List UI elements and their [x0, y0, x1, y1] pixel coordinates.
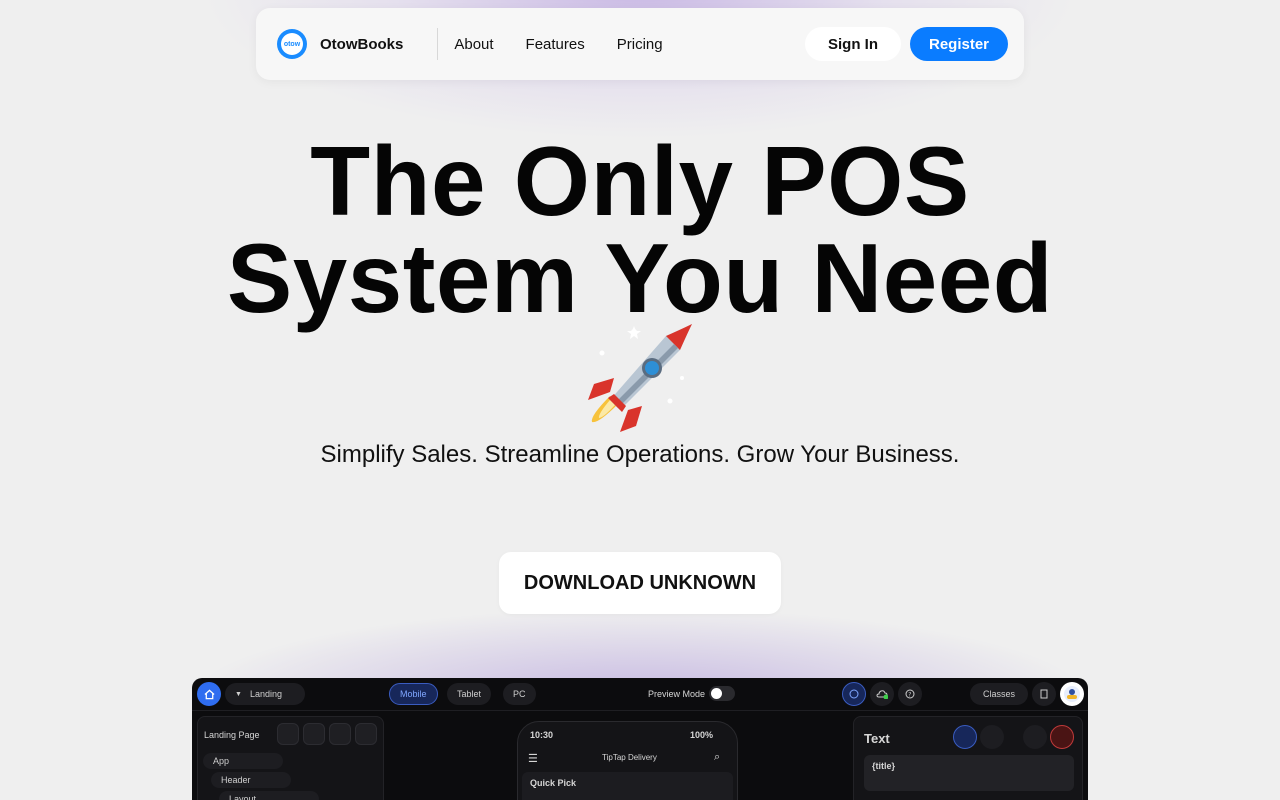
preview-mode-toggle[interactable]: [709, 686, 735, 701]
theme-button[interactable]: [842, 682, 866, 706]
theme-icon: [849, 689, 859, 699]
properties-panel: Text {title}: [853, 716, 1083, 800]
export-button[interactable]: [1032, 682, 1056, 706]
classes-button[interactable]: Classes: [970, 683, 1028, 705]
page-select-label: Landing: [249, 689, 282, 699]
navbar: otow OtowBooks About Features Pricing Si…: [256, 8, 1024, 80]
phone-preview: 10:30 100% ☰ TipTap Delivery ⌕ Quick Pic…: [517, 721, 738, 800]
svg-text:?: ?: [908, 691, 911, 698]
download-button[interactable]: DOWNLOAD UNKNOWN: [499, 552, 781, 614]
tab-mobile[interactable]: Mobile: [389, 683, 438, 705]
tree-item-header[interactable]: Header: [211, 772, 291, 788]
help-icon: ?: [905, 689, 915, 699]
nav-link-pricing[interactable]: Pricing: [617, 36, 663, 53]
logo-text: otow: [281, 33, 303, 55]
menu-icon[interactable]: ☰: [528, 752, 538, 765]
tree-item-layout[interactable]: Layout: [219, 791, 319, 800]
tree-item-app[interactable]: App: [203, 753, 283, 769]
cloud-sync-button[interactable]: [870, 682, 894, 706]
hero-title: The Only POS System You Need: [0, 132, 1280, 327]
avatar-icon: [1064, 686, 1080, 702]
add-component-button[interactable]: [355, 723, 377, 745]
preview-mode-label: Preview Mode: [648, 689, 706, 699]
layers-panel: Landing Page App Header Layout: [197, 716, 384, 800]
eye-icon[interactable]: [980, 725, 1004, 749]
chevron-down-icon: ▼: [235, 690, 242, 698]
editor-toolbar: ▼ Landing Mobile Tablet PC Preview Mode …: [192, 678, 1088, 711]
export-icon: [1040, 689, 1048, 699]
binding-button[interactable]: [953, 725, 977, 749]
bookmark-icon[interactable]: [1023, 725, 1047, 749]
register-button[interactable]: Register: [910, 27, 1008, 61]
quick-pick-section: Quick Pick: [522, 772, 733, 800]
sign-in-button[interactable]: Sign In: [805, 27, 901, 61]
phone-battery: 100%: [690, 730, 714, 740]
phone-time: 10:30: [530, 730, 554, 740]
image-tool-button[interactable]: [303, 723, 325, 745]
hero-title-line-1: The Only POS: [310, 126, 970, 236]
nav-actions: Sign In Register: [805, 27, 1008, 61]
nav-links: About Features Pricing: [454, 36, 694, 53]
search-icon[interactable]: ⌕: [714, 751, 720, 764]
delete-button[interactable]: [1050, 725, 1074, 749]
hero-subtitle: Simplify Sales. Streamline Operations. G…: [320, 441, 960, 468]
home-button[interactable]: [197, 682, 221, 706]
phone-app-title: TipTap Delivery: [602, 753, 657, 762]
app-preview: ▼ Landing Mobile Tablet PC Preview Mode …: [192, 678, 1088, 800]
nav-link-about[interactable]: About: [454, 36, 493, 53]
tab-pc[interactable]: PC: [503, 683, 536, 705]
nav-divider: [437, 28, 439, 60]
page-select[interactable]: ▼ Landing: [225, 683, 305, 705]
properties-panel-title: Text: [864, 731, 890, 746]
brand-name[interactable]: OtowBooks: [320, 36, 403, 53]
cloud-icon: [876, 690, 888, 699]
home-icon: [203, 689, 215, 699]
tab-tablet[interactable]: Tablet: [447, 683, 492, 705]
text-value: {title}: [872, 761, 896, 771]
help-button[interactable]: ?: [898, 682, 922, 706]
brand-logo[interactable]: otow: [277, 29, 307, 59]
hero-title-line-2: System You Need: [226, 223, 1054, 333]
text-tool-button[interactable]: [277, 723, 299, 745]
user-avatar[interactable]: [1060, 682, 1084, 706]
text-value-field[interactable]: {title}: [864, 755, 1074, 791]
layers-panel-title: Landing Page: [204, 730, 260, 740]
emoji-tool-button[interactable]: [329, 723, 351, 745]
rocket-icon: [588, 324, 692, 432]
quick-pick-title: Quick Pick: [530, 778, 577, 788]
nav-link-features[interactable]: Features: [526, 36, 585, 53]
